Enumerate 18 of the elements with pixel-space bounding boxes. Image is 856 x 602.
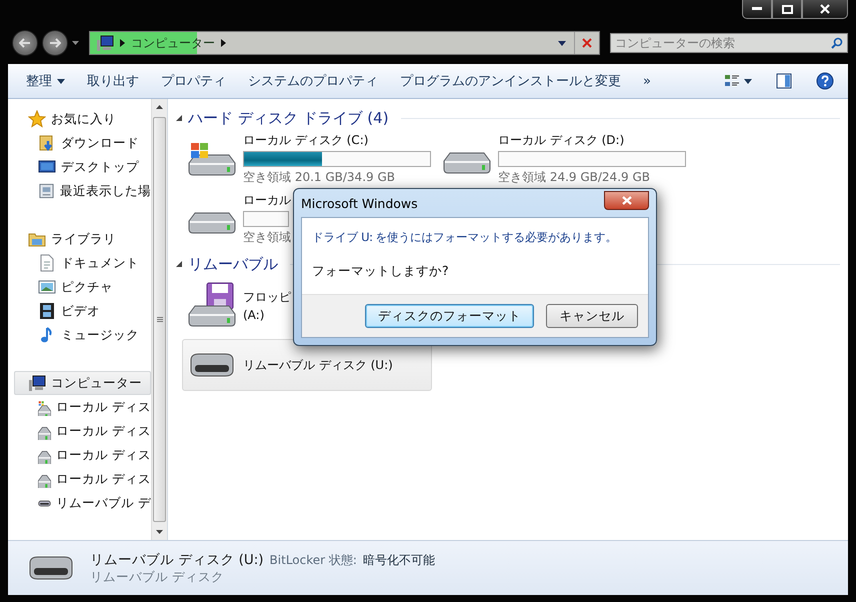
section-heading: リムーバブル — [188, 254, 278, 274]
free-space-text: 空き領域 20.1 GB/34.9 GB — [243, 169, 396, 186]
drive-name: リムーバブル ディスク (U:) — [243, 356, 393, 374]
drive-name: フロッピ — [243, 288, 291, 306]
drive-name: ローカル ディスク (C:) — [243, 132, 370, 149]
drive-name: ローカル ディスク (D:) — [498, 132, 626, 149]
item-name: リムーバブル ディスク (U:) — [90, 550, 264, 568]
dialog-question: フォーマットしますか? — [312, 263, 449, 280]
field-label: BitLocker 状態: — [270, 552, 357, 568]
dialog-message: ドライブ U: を使うにはフォーマットする必要があります。 — [312, 230, 618, 245]
section-heading: ハード ディスク ドライブ (4) — [188, 108, 389, 128]
field-value: 暗号化不可能 — [362, 552, 435, 568]
dialog-title: Microsoft Windows — [301, 196, 418, 210]
free-space-text: 空き領域 — [243, 229, 291, 246]
drive-name: ローカル — [243, 192, 291, 209]
item-type: リムーバブル ディスク — [90, 568, 225, 586]
free-space-text: 空き領域 24.9 GB/24.9 GB — [498, 169, 651, 186]
drive-letter: (A:) — [243, 308, 266, 322]
